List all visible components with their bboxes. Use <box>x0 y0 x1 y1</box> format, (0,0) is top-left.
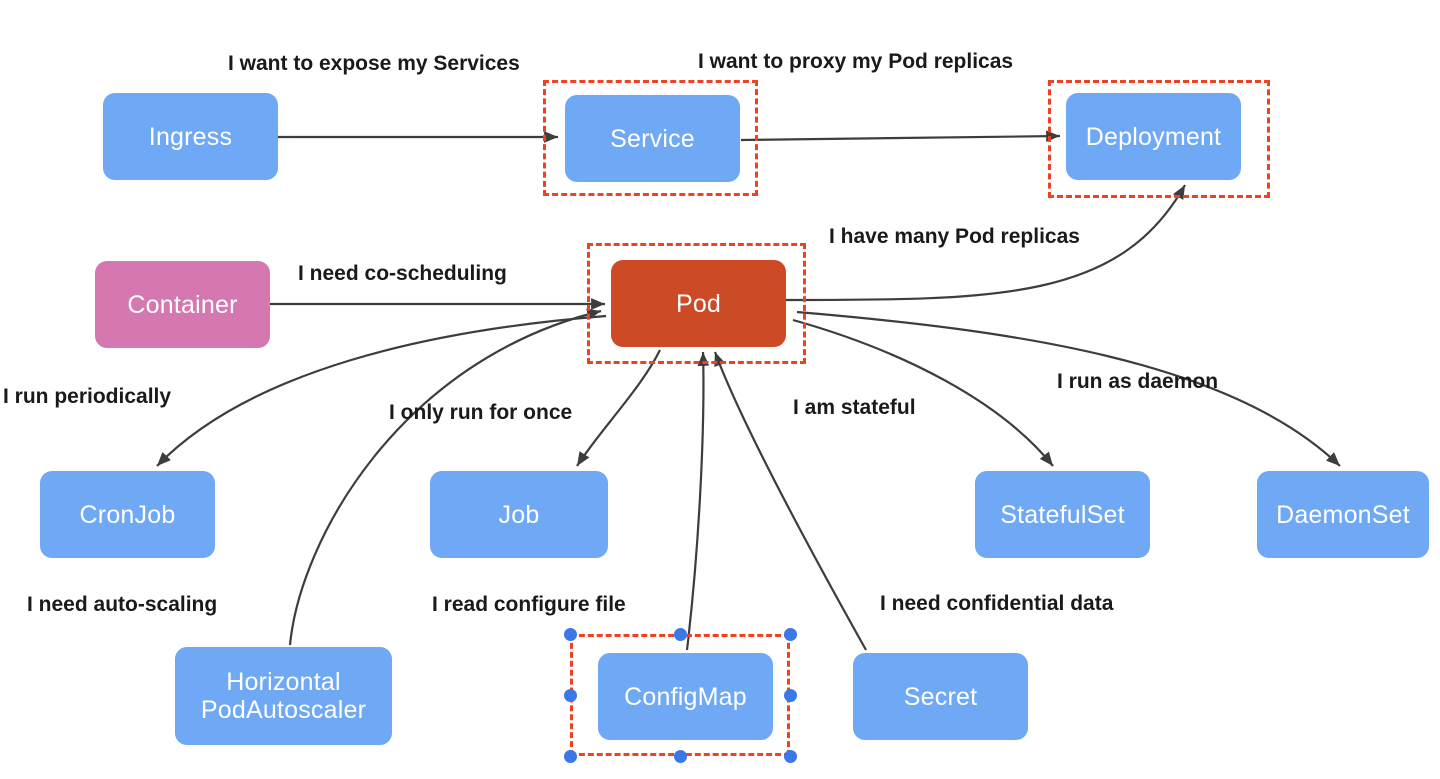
node-job[interactable]: Job <box>430 471 608 558</box>
node-label: DaemonSet <box>1276 500 1410 529</box>
edge-label-proxy-pod-replicas: I want to proxy my Pod replicas <box>698 50 1014 73</box>
resize-handle[interactable] <box>783 627 797 641</box>
selection-rect-pod[interactable] <box>587 243 806 364</box>
edge-configmap-pod <box>685 351 710 651</box>
resize-handle[interactable] <box>563 627 577 641</box>
edge-pod-statefulset <box>792 318 1054 467</box>
resize-handle[interactable] <box>783 688 797 702</box>
node-ingress[interactable]: Ingress <box>103 93 278 180</box>
resize-handle[interactable] <box>563 688 577 702</box>
edge-label-auto-scaling: I need auto-scaling <box>27 593 218 616</box>
node-label: Ingress <box>148 122 233 151</box>
diagram-canvas: Ingress Service Deployment Container Pod… <box>0 0 1440 779</box>
selection-rect-service[interactable] <box>543 80 758 196</box>
node-label: Container <box>127 290 238 319</box>
node-secret[interactable]: Secret <box>853 653 1028 740</box>
node-label: CronJob <box>79 500 176 529</box>
resize-handle[interactable] <box>563 749 577 763</box>
node-container[interactable]: Container <box>95 261 270 348</box>
node-statefulset[interactable]: StatefulSet <box>975 471 1150 558</box>
node-label: StatefulSet <box>1000 500 1125 529</box>
edge-label-run-for-once: I only run for once <box>389 401 573 424</box>
edge-label-many-pod-replicas: I have many Pod replicas <box>829 225 1080 248</box>
edge-label-run-as-daemon: I run as daemon <box>1057 370 1219 393</box>
node-label: Horizontal PodAutoscaler <box>200 668 367 724</box>
node-label: Job <box>498 500 540 529</box>
resize-handle[interactable] <box>783 749 797 763</box>
edge-label-run-periodically: I run periodically <box>3 385 172 408</box>
node-label: Secret <box>903 682 978 711</box>
node-daemonset[interactable]: DaemonSet <box>1257 471 1429 558</box>
node-horizontal-pod-autoscaler[interactable]: Horizontal PodAutoscaler <box>175 647 392 745</box>
edge-label-read-configure-file: I read configure file <box>432 593 626 616</box>
resize-handle[interactable] <box>673 749 687 763</box>
edge-pod-job <box>576 349 661 467</box>
edge-service-deployment <box>740 130 1061 143</box>
edge-label-confidential-data: I need confidential data <box>880 592 1114 615</box>
resize-handle[interactable] <box>673 627 687 641</box>
selection-handles-configmap[interactable] <box>563 627 797 763</box>
edge-label-stateful: I am stateful <box>793 396 916 419</box>
edge-label-co-scheduling: I need co-scheduling <box>298 262 507 285</box>
edge-label-expose-services: I want to expose my Services <box>228 52 520 75</box>
selection-rect-deployment[interactable] <box>1048 80 1270 198</box>
node-cronjob[interactable]: CronJob <box>40 471 215 558</box>
